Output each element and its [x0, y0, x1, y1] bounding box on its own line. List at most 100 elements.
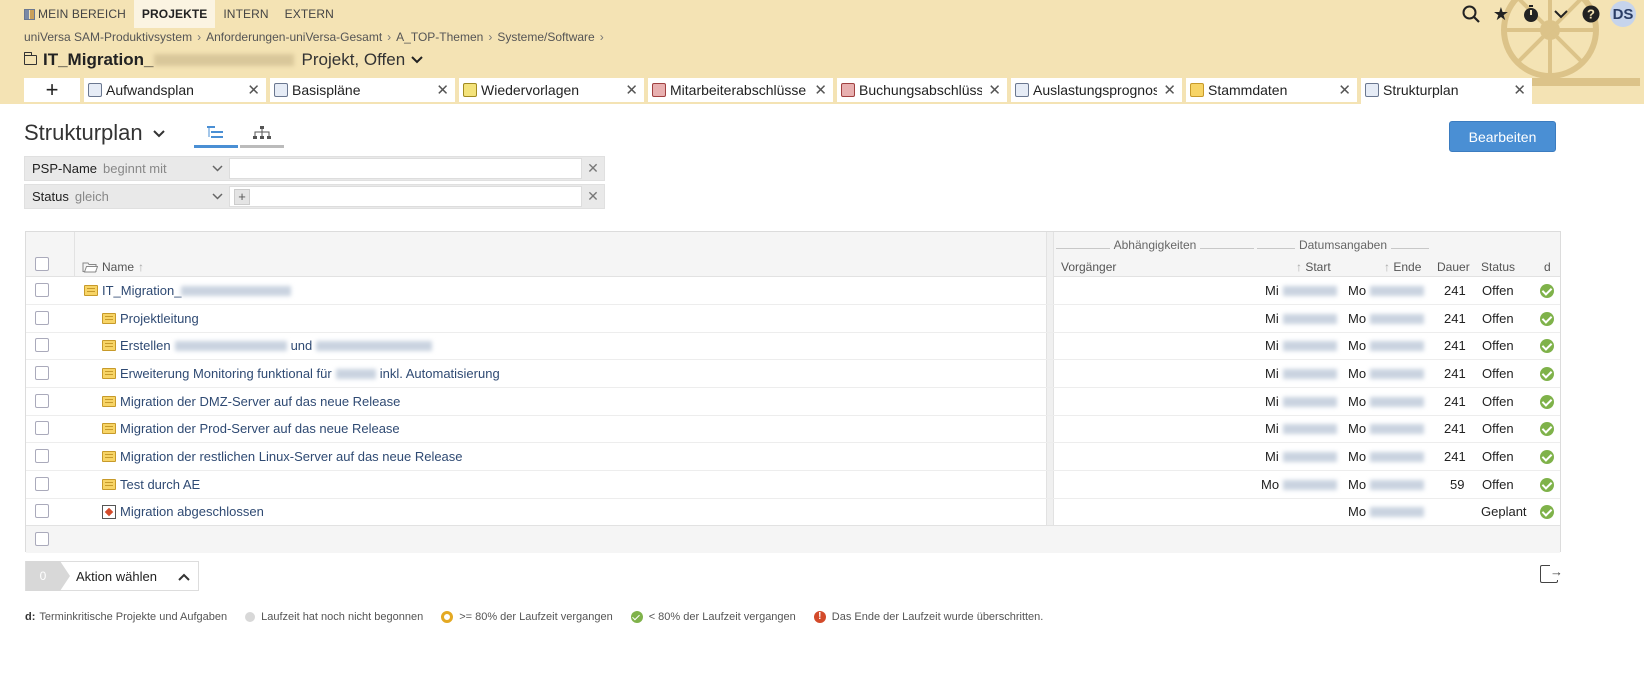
nav-extern[interactable]: EXTERN [277, 0, 342, 28]
row-name[interactable]: Projektleitung [102, 311, 199, 326]
breadcrumb-item[interactable]: Systeme/Software [497, 30, 594, 44]
sort-asc-icon: ↑ [138, 260, 145, 274]
close-icon[interactable]: ✕ [625, 81, 638, 99]
list-view-button[interactable] [194, 120, 238, 148]
tab-wiedervorlagen[interactable]: Wiedervorlagen ✕ [459, 78, 644, 104]
tab-basisplaene[interactable]: Basispläne ✕ [270, 78, 455, 104]
table-row[interactable]: Projektleitung Mi Mo 241 Offen [26, 305, 1560, 333]
redacted-date [1370, 396, 1425, 407]
add-tab-button[interactable]: + [24, 77, 80, 104]
row-checkbox[interactable] [35, 504, 49, 518]
nav-projekte[interactable]: PROJEKTE [133, 0, 216, 28]
row-checkbox[interactable] [35, 449, 49, 463]
column-header-end[interactable]: ↑ Ende [1384, 260, 1421, 274]
close-icon[interactable]: ✕ [1163, 81, 1176, 99]
action-selector[interactable]: 0 Aktion wählen [25, 561, 199, 591]
status: Offen [1482, 421, 1514, 436]
page-title-dropdown[interactable]: Strukturplan [24, 120, 165, 146]
project-title[interactable]: IT_Migration_ Projekt, Offen [23, 50, 423, 70]
row-checkbox[interactable] [35, 477, 49, 491]
redacted-date [1370, 285, 1425, 296]
row-name[interactable]: Migration der DMZ-Server auf das neue Re… [102, 394, 400, 409]
tab-stammdaten[interactable]: Stammdaten ✕ [1186, 78, 1357, 104]
row-checkbox[interactable] [35, 421, 49, 435]
end-date: Mo [1348, 283, 1428, 298]
filter-input-wrap: + [229, 186, 582, 207]
chevron-down-icon [411, 53, 423, 67]
close-icon[interactable]: ✕ [1338, 81, 1351, 99]
row-checkbox[interactable] [35, 311, 49, 325]
clear-filter-icon[interactable]: ✕ [582, 157, 604, 180]
close-icon[interactable]: ✕ [436, 81, 449, 99]
column-header-status[interactable]: Status [1481, 260, 1515, 274]
org-chart-view-button[interactable] [240, 120, 284, 148]
table-row[interactable]: Erstellen und Mi Mo 241 Offen [26, 332, 1560, 360]
breadcrumb-item[interactable]: uniVersa SAM-Produktivsystem [24, 30, 192, 44]
tab-aufwandsplan[interactable]: Aufwandsplan ✕ [84, 78, 266, 104]
star-icon[interactable]: ★ [1490, 3, 1512, 25]
row-checkbox[interactable] [35, 283, 49, 297]
row-name[interactable]: IT_Migration_ [84, 283, 295, 298]
tab-auslastungsprognose[interactable]: Auslastungsprognose ✕ [1011, 78, 1182, 104]
add-value-button[interactable]: + [234, 188, 250, 205]
tab-strukturplan[interactable]: Strukturplan ✕ [1361, 78, 1532, 104]
chevron-up-icon [178, 569, 190, 584]
edit-button[interactable]: Bearbeiten [1449, 121, 1556, 152]
start-date: Mi [1265, 338, 1341, 353]
filter-psp-name: PSP-Name beginnt mit ✕ [24, 156, 605, 181]
clear-filter-icon[interactable]: ✕ [582, 185, 604, 208]
close-icon[interactable]: ✕ [988, 81, 1001, 99]
table-row[interactable]: IT_Migration_ Mi Mo 241 Offen [26, 277, 1560, 305]
chevron-down-icon [212, 163, 223, 175]
search-icon[interactable] [1460, 3, 1482, 25]
row-checkbox[interactable] [35, 532, 49, 546]
chevron-down-icon[interactable] [1550, 3, 1572, 25]
check-circle-icon [1540, 478, 1554, 492]
table-row[interactable]: Migration der Prod-Server auf das neue R… [26, 415, 1560, 443]
help-icon[interactable]: ? [1580, 3, 1602, 25]
status: Geplant [1481, 504, 1527, 519]
table-row[interactable]: Migration abgeschlossen Mo Geplant [26, 498, 1560, 526]
psp-name-input[interactable] [234, 159, 581, 178]
table-row[interactable]: Test durch AE Mo Mo 59 Offen [26, 471, 1560, 499]
row-checkbox[interactable] [35, 366, 49, 380]
column-header-start[interactable]: ↑ Start [1296, 260, 1331, 274]
filter-field-selector[interactable]: PSP-Name beginnt mit [25, 157, 229, 180]
nav-mein-bereich[interactable]: MEIN BEREICH [24, 0, 134, 28]
user-avatar[interactable]: DS [1610, 1, 1636, 27]
return-icon [463, 83, 477, 97]
breadcrumb-item[interactable]: A_TOP-Themen [396, 30, 483, 44]
row-name[interactable]: Test durch AE [102, 477, 200, 492]
page-title: Strukturplan [24, 120, 143, 145]
column-header-d[interactable]: d [1544, 260, 1551, 274]
export-icon[interactable] [1540, 564, 1563, 583]
column-header-name[interactable]: Name ↑ [82, 260, 144, 274]
close-icon[interactable]: ✕ [1513, 81, 1526, 99]
nav-intern[interactable]: INTERN [215, 0, 276, 28]
filter-input-wrap [229, 158, 582, 179]
close-icon[interactable]: ✕ [247, 81, 260, 99]
row-name[interactable]: Migration der restlichen Linux-Server au… [102, 449, 463, 464]
table-row[interactable]: Migration der DMZ-Server auf das neue Re… [26, 388, 1560, 416]
column-header-duration[interactable]: Dauer [1437, 260, 1470, 274]
stopwatch-icon[interactable] [1520, 3, 1542, 25]
row-name[interactable]: Erstellen und [102, 338, 436, 353]
row-name[interactable]: Migration der Prod-Server auf das neue R… [102, 421, 400, 436]
row-name[interactable]: Erweiterung Monitoring funktional für ink… [102, 366, 500, 381]
breadcrumb-item[interactable]: Anforderungen-uniVersa-Gesamt [206, 30, 382, 44]
select-all-checkbox[interactable] [35, 257, 49, 271]
tab-mitarbeiterabschluesse[interactable]: Mitarbeiterabschlüsse ✕ [648, 78, 833, 104]
row-checkbox[interactable] [35, 394, 49, 408]
legend: d: Terminkritische Projekte und Aufgaben… [25, 611, 1044, 623]
close-icon[interactable]: ✕ [814, 81, 827, 99]
row-name[interactable]: Migration abgeschlossen [102, 504, 264, 519]
column-header-predecessor[interactable]: Vorgänger [1061, 260, 1116, 274]
tab-buchungsabschluesse[interactable]: Buchungsabschlüsse ✕ [837, 78, 1007, 104]
project-status: Projekt, Offen [301, 50, 406, 69]
start-date: Mi [1265, 421, 1341, 436]
table-row[interactable]: Migration der restlichen Linux-Server au… [26, 443, 1560, 471]
filter-field-selector[interactable]: Status gleich [25, 185, 229, 208]
lock-icon [652, 83, 666, 97]
table-row[interactable]: Erweiterung Monitoring funktional für ink… [26, 360, 1560, 388]
row-checkbox[interactable] [35, 338, 49, 352]
